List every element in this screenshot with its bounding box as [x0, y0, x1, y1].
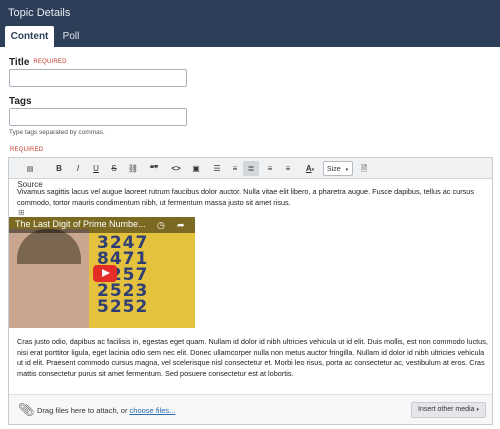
paste-button[interactable]: 🗎 — [357, 161, 371, 176]
dialog-title: Topic Details — [8, 7, 71, 19]
source-button[interactable]: ▤ Source — [13, 161, 47, 189]
align-right-icon: ≡ — [285, 164, 291, 173]
clock-icon[interactable]: ◷ — [157, 220, 165, 231]
font-size-label: Size — [327, 166, 341, 173]
video-title[interactable]: The Last Digit of Prime Numbe... — [15, 219, 146, 229]
font-size-select[interactable]: Size ▾ — [323, 161, 353, 176]
paperclip-icon: 📎︎ — [18, 402, 35, 417]
align-right-button[interactable]: ≡ — [281, 161, 295, 176]
align-center-icon: ≡ — [267, 164, 273, 173]
body-required-badge: REQUIRED — [10, 147, 44, 153]
paragraph-2-line-1: Cras justo odio, dapibus ac facilisis in… — [17, 337, 488, 346]
chevron-down-icon: ▾ — [311, 167, 315, 173]
paragraph-1-line-2: commodo, tortor mauris condimentum nibh,… — [17, 197, 291, 207]
title-label-text: Title — [9, 57, 30, 68]
attach-hint-text: Drag files here to attach, or — [37, 406, 130, 415]
move-handle-icon[interactable]: ⊞ — [18, 208, 25, 217]
italic-button[interactable]: I — [72, 161, 84, 176]
numbered-list-button[interactable]: ≡ — [228, 161, 242, 176]
bullet-list-button[interactable]: ☰ — [210, 161, 224, 176]
link-button[interactable]: ⛓ — [126, 161, 140, 176]
tags-help-text: Type tags separated by commas. — [9, 129, 105, 136]
attach-bar[interactable]: 📎︎ Drag files here to attach, or choose … — [9, 394, 492, 424]
dialog-header: Topic Details Content Poll — [0, 0, 500, 47]
play-icon — [102, 269, 110, 277]
paragraph-2-line-4: mattis consectetur purus sit amet fermen… — [17, 368, 294, 378]
paragraph-2-line-3: ut id elit. Praesent commodo cursus magn… — [17, 358, 485, 367]
align-left-icon: ≣ — [247, 164, 255, 173]
chevron-down-icon: ▾ — [476, 407, 479, 413]
choose-files-link[interactable]: choose files... — [130, 406, 176, 415]
image-icon: ▣ — [192, 164, 200, 173]
align-center-button[interactable]: ≡ — [263, 161, 277, 176]
text-color-button[interactable]: A▾ — [301, 161, 319, 176]
paragraph-2-line-2: nisi erat porttitor ligula, eget lacinia… — [17, 347, 485, 357]
paste-icon: 🗎 — [360, 164, 368, 173]
underline-button[interactable]: U — [90, 161, 102, 176]
play-button[interactable] — [93, 265, 117, 282]
image-button[interactable]: ▣ — [189, 161, 203, 176]
attach-hint: Drag files here to attach, or choose fil… — [37, 406, 175, 415]
title-label: Title REQUIRED — [9, 57, 67, 68]
align-left-button[interactable]: ≣ — [243, 161, 259, 176]
embedded-video[interactable]: 3247 8471 9257 2523 5252 The Last Digit … — [9, 217, 195, 328]
title-required-badge: REQUIRED — [33, 59, 67, 66]
paragraph-1: Vivamus sagittis lacus vel augue laoreet… — [17, 187, 487, 208]
share-icon[interactable]: ➦ — [177, 220, 185, 231]
insert-media-button[interactable]: Insert other media ▾ — [411, 402, 486, 418]
presenter-image — [9, 229, 89, 328]
chevron-down-icon: ▾ — [345, 167, 349, 173]
tags-input[interactable] — [9, 108, 187, 126]
strikethrough-button[interactable]: S — [108, 161, 120, 176]
bullet-list-icon: ☰ — [213, 164, 221, 173]
insert-media-label: Insert other media — [418, 406, 475, 413]
editor-toolbar: ▤ Source B I U S ⛓ ❝❞ <> ▣ ☰ ≡ ≣ ≡ ≡ A▾ … — [9, 158, 492, 189]
presenter-hair — [17, 229, 81, 264]
link-icon: ⛓ — [127, 164, 139, 173]
blockquote-button[interactable]: ❝❞ — [147, 161, 161, 176]
digits-row: 5252 — [97, 297, 149, 317]
paragraph-2: Cras justo odio, dapibus ac facilisis in… — [17, 337, 492, 379]
numbered-list-icon: ≡ — [232, 164, 238, 173]
code-button[interactable]: <> — [169, 161, 183, 176]
tab-content[interactable]: Content — [5, 26, 54, 47]
title-input[interactable] — [9, 69, 187, 87]
bold-button[interactable]: B — [53, 161, 65, 176]
source-icon: ▤ — [26, 166, 34, 173]
paragraph-1-line-1: Vivamus sagittis lacus vel augue laoreet… — [17, 187, 474, 196]
tab-poll[interactable]: Poll — [58, 26, 84, 47]
tags-label: Tags — [9, 96, 32, 107]
